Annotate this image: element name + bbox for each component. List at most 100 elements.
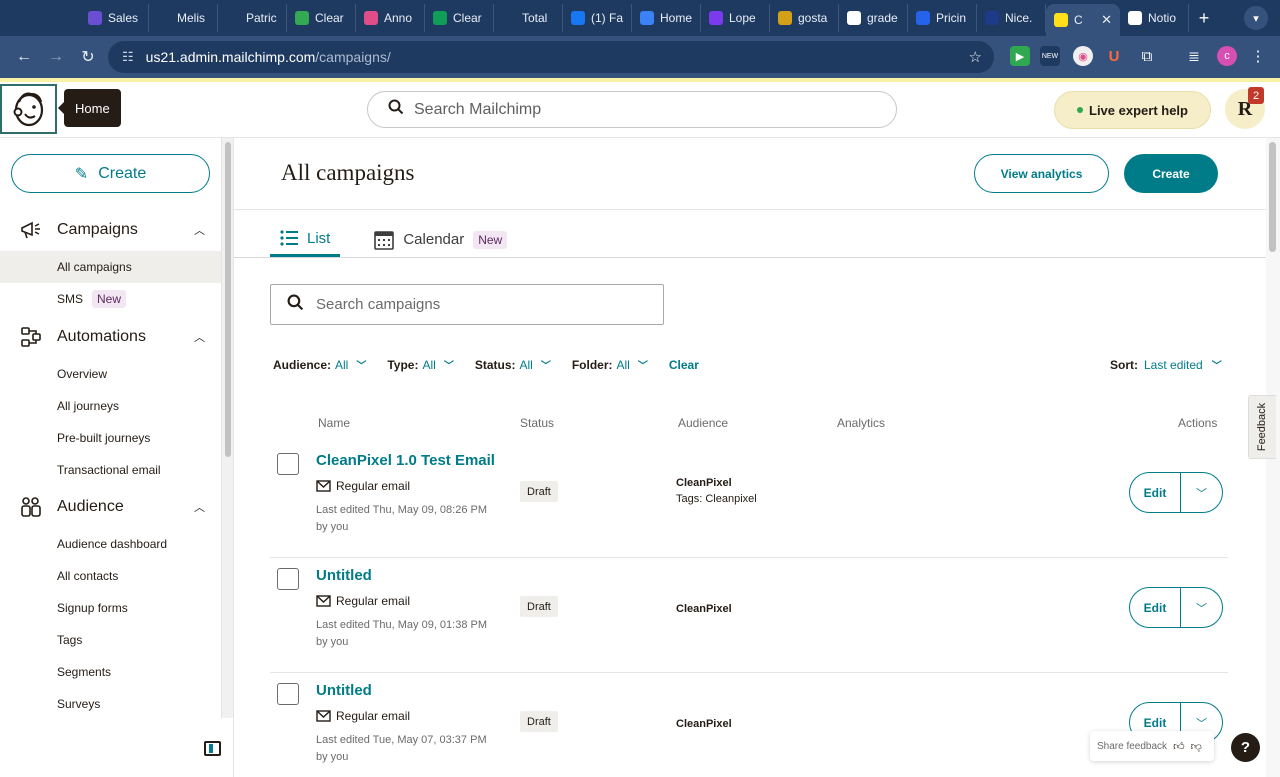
close-tab-icon[interactable]: ✕ [1101,12,1112,28]
browser-tab[interactable]: Clear [287,4,356,32]
tab-label: List [307,229,331,247]
browser-tab[interactable]: Total [494,4,563,32]
tab-search-icon[interactable]: ▾ [1244,6,1268,30]
extension-icon[interactable]: ▶ [1010,46,1030,66]
browser-tab[interactable]: Patric [218,4,287,32]
sidebar-item-all-campaigns[interactable]: All campaigns [0,251,221,283]
tab-calendar[interactable]: Calendar New [364,222,517,257]
back-button[interactable]: ← [8,48,40,66]
filter-audience[interactable]: Audience: All ﹀ [273,357,366,373]
browser-menu-icon[interactable]: ⋮ [1248,46,1268,66]
browser-tab[interactable]: Lope [701,4,770,32]
chevron-down-icon[interactable]: ﹀ [1181,473,1222,512]
live-expert-help-button[interactable]: Live expert help [1054,91,1211,129]
edit-split-button: Edit ﹀ [1129,587,1223,628]
tab-favicon-icon [364,11,378,25]
main-content: All campaigns View analytics Create List… [234,138,1266,777]
extension-icon[interactable]: ◉ [1073,46,1093,66]
row-checkbox[interactable] [277,453,299,475]
media-control-icon[interactable]: ≣ [1184,46,1204,66]
sidebar-section-audience[interactable]: Audience ︿ [0,492,221,522]
chevron-up-icon[interactable]: ︿ [194,222,205,238]
site-info-icon[interactable]: ☷ [122,49,134,65]
browser-tab[interactable]: Clear [425,4,494,32]
sidebar-item-all-journeys[interactable]: All journeys [0,390,221,422]
browser-tab[interactable]: grade [839,4,908,32]
chevron-down-icon[interactable]: ﹀ [1181,588,1222,627]
browser-tab[interactable]: C ✕ [1046,4,1120,36]
sidebar-item-surveys[interactable]: Surveys [0,688,221,720]
browser-tab[interactable]: Melis [149,4,218,32]
sidebar-item-tags[interactable]: Tags [0,624,221,656]
sidebar-item-label: Surveys [57,697,101,711]
view-analytics-button[interactable]: View analytics [974,154,1109,193]
browser-tab[interactable]: gosta [770,4,839,32]
audience-name: CleanPixel [676,603,732,615]
sidebar-item-label: All contacts [57,569,119,583]
sidebar-section-campaigns[interactable]: Campaigns ︿ [0,215,221,245]
browser-tab-label: Anno [384,11,413,25]
sidebar-item-audience-dashboard[interactable]: Audience dashboard [0,528,221,560]
edit-button[interactable]: Edit [1130,473,1181,512]
campaign-search-input[interactable]: Search campaigns [270,284,664,325]
reload-button[interactable]: ↻ [72,47,104,67]
clear-filters-link[interactable]: Clear [669,358,699,372]
browser-tab[interactable]: Sales [80,4,149,32]
chevron-up-icon[interactable]: ︿ [194,329,205,345]
filter-status[interactable]: Status: All ﹀ [474,357,551,373]
url-field[interactable]: ☷ us21.admin.mailchimp.com/campaigns/ ☆ [108,41,994,73]
sidebar-item-all-contacts[interactable]: All contacts [0,560,221,592]
filter-type[interactable]: Type: All ﹀ [387,357,453,373]
thumbs-down-icon[interactable]: 👎︎ [1191,740,1202,753]
profile-avatar-icon[interactable]: c [1217,46,1237,66]
filter-folder[interactable]: Folder: All ﹀ [572,357,648,373]
forward-button[interactable]: → [40,48,72,66]
tab-favicon-icon [1128,11,1142,25]
sidebar-item-transactional-email[interactable]: Transactional email [0,454,221,486]
sidebar-item-sms[interactable]: SMS New [0,283,221,315]
collapse-sidebar-icon[interactable] [204,741,221,756]
row-checkbox[interactable] [277,683,299,705]
campaign-name-link[interactable]: Untitled [316,567,372,584]
global-search-input[interactable]: Search Mailchimp [367,91,897,128]
browser-tab[interactable]: Nice. [977,4,1046,32]
sort-dropdown[interactable]: Sort: Last edited ﹀ [1110,357,1222,373]
tab-list[interactable]: List [270,222,341,257]
browser-tab[interactable]: Home [632,4,701,32]
help-button[interactable]: ? [1231,733,1260,762]
feedback-tab[interactable]: Feedback [1248,395,1276,459]
sidebar-item-label: Audience dashboard [57,537,168,551]
chevron-up-icon[interactable]: ︿ [194,499,205,515]
sidebar-item-segments[interactable]: Segments [0,656,221,688]
browser-tab[interactable]: (1) Fa [563,4,632,32]
sidebar-item-pre-built-journeys[interactable]: Pre-built journeys [0,422,221,454]
sidebar-item-signup-forms[interactable]: Signup forms [0,592,221,624]
mailchimp-logo-icon[interactable] [0,84,57,134]
filter-label: Status: [474,357,516,372]
browser-tab[interactable]: Notio [1120,4,1189,32]
campaign-name-link[interactable]: Untitled [316,682,372,699]
scrollbar-thumb[interactable] [225,142,231,457]
row-checkbox[interactable] [277,568,299,590]
edit-button[interactable]: Edit [1130,588,1181,627]
extension-icon[interactable]: NEW [1040,46,1060,66]
create-campaign-button[interactable]: Create [1124,154,1218,193]
sidebar-item-label: Overview [57,367,108,381]
new-badge: New [92,290,127,308]
extensions-puzzle-icon[interactable]: ⧉ [1137,46,1157,66]
new-tab-button[interactable]: + [1189,8,1219,29]
browser-tab-label: grade [867,11,898,25]
campaign-name-link[interactable]: CleanPixel 1.0 Test Email [316,452,495,469]
thumbs-up-icon[interactable]: 👍︎ [1173,740,1185,753]
sidebar-item-label: Transactional email [57,463,161,477]
extension-icon[interactable]: U [1104,46,1124,66]
bookmark-star-icon[interactable]: ☆ [969,48,982,66]
browser-tab-label: Clear [453,11,482,25]
sidebar-section-automations[interactable]: Automations ︿ [0,322,221,352]
url-host: us21.admin.mailchimp.com [145,49,316,65]
scrollbar-thumb[interactable] [1269,142,1276,252]
browser-tab[interactable]: Anno [356,4,425,32]
browser-tab[interactable]: Pricin [908,4,977,32]
sidebar-create-button[interactable]: ✎ Create [11,154,210,193]
sidebar-item-overview[interactable]: Overview [0,358,221,390]
